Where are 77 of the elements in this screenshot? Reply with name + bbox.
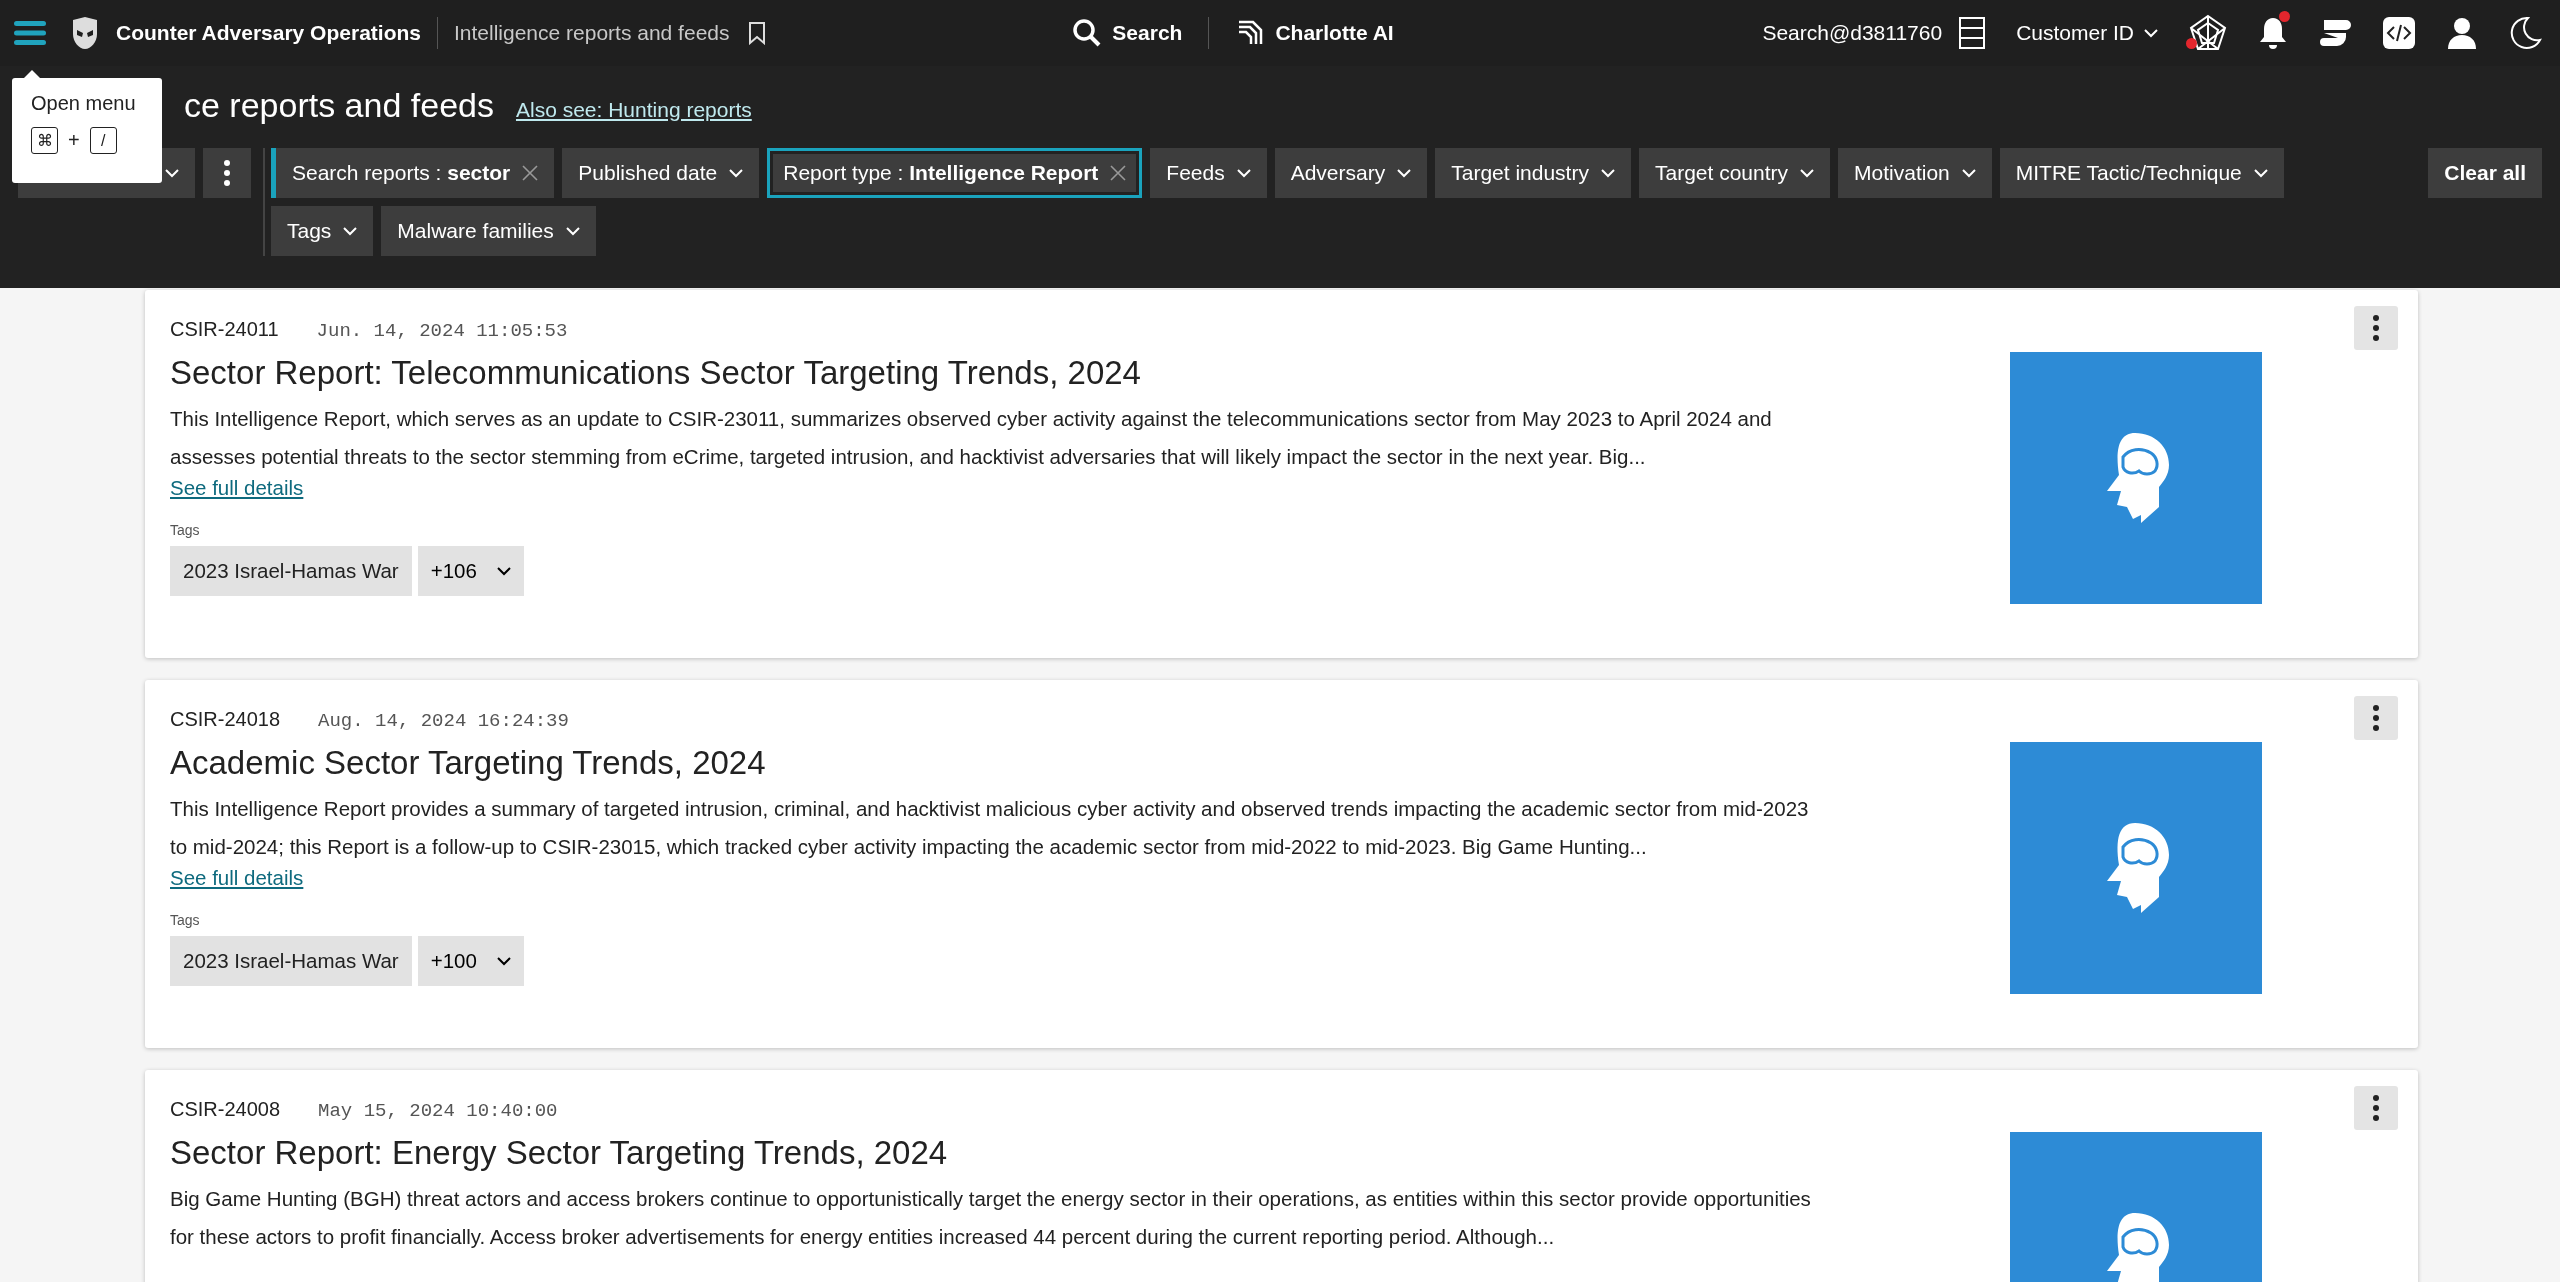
filter-chip[interactable]: Search reports : sector [271,148,555,198]
customer-dropdown[interactable]: Customer ID [2016,21,2158,45]
kebab-icon [2373,1095,2379,1121]
chevron-down-icon [2144,28,2158,38]
see-details-link[interactable]: See full details [170,866,304,890]
report-date: Jun. 14, 2024 11:05:53 [316,320,568,342]
user-account: Search@d3811760 [1762,21,1943,45]
moon-icon[interactable] [2508,16,2542,50]
skull-icon [70,16,100,50]
filter-dropdown[interactable]: Published date [562,148,760,198]
see-details-link[interactable]: See full details [170,476,304,500]
tooltip-title: Open menu [31,92,137,115]
tag: 2023 Israel-Hamas War [170,546,412,596]
report-summary: Big Game Hunting (BGH) threat actors and access brokers continue to opportunistically target the energy sector in their operations, as entities within this sector provide opportunities for these actors to profit financially. Access broker advertisements for energy entities increased 44 percent during the current reporting period. Although... [170,1186,1812,1250]
search-icon [1072,18,1103,48]
chevron-down-icon [729,168,744,178]
report-title: Sector Report: Telecommunications Sector Targeting Trends, 2024 [170,354,1142,392]
more-tags-dropdown[interactable]: +106 [417,546,524,596]
report-id: CSIR-24008 [170,1098,281,1121]
filter-dropdown[interactable]: Target country [1638,148,1831,198]
filter-dropdown[interactable]: Tags [271,206,374,256]
server-icon[interactable] [1958,16,1987,50]
app-name: Counter Adversary Operations [116,21,421,45]
report-id: CSIR-24018 [170,708,281,731]
more-options-button[interactable] [2354,306,2398,350]
key-separator: + [68,129,80,152]
page-title: ce reports and feeds [184,86,494,125]
chevron-down-icon [1600,168,1615,178]
kebab-icon [224,160,230,186]
keyboard-key: ⌘ [31,127,58,154]
more-options-button[interactable] [2354,1086,2398,1130]
more-options-button[interactable] [2354,696,2398,740]
filter-chip[interactable]: Report type : Intelligence Report [767,148,1143,198]
filter-dropdown[interactable]: Adversary [1274,148,1428,198]
report-date: May 15, 2024 10:40:00 [318,1100,558,1122]
menu-icon[interactable] [14,20,46,46]
more-options-button[interactable] [203,148,251,198]
kebab-icon [2373,705,2379,731]
chevron-down-icon [1961,168,1976,178]
tag: 2023 Israel-Hamas War [170,936,412,986]
chevron-down-icon [1397,168,1412,178]
report-summary: This Intelligence Report, which serves as an update to CSIR-23011, summarizes observed cyber activity against the telecommunications sector from May 2023 to April 2024 and assesses potential threats to the sector stemming from eCrime, targeted intrusion, and hacktivist adversaries that will likely impact the sector in the next year. Big... [170,406,1773,470]
report-summary: This Intelligence Report provides a summary of targeted intrusion, criminal, and hacktivist malicious cyber activity and observed trends impacting the academic sector from mid-2023 to mid-2024; this Report is a follow-up to CSIR-23015, which tracked cyber activity impacting the academic sector from mid-2022 to mid-2023. Big Game Hunting... [170,796,1810,860]
web-icon[interactable] [2188,13,2228,53]
report-id: CSIR-24011 [170,318,279,341]
filter-dropdown[interactable]: Feeds [1150,148,1267,198]
chevron-down-icon [496,566,511,576]
kebab-icon [2373,315,2379,341]
filter-dropdown[interactable]: Malware families [381,206,596,256]
chevron-down-icon [165,168,179,178]
filter-dropdown[interactable]: Motivation [1838,148,1992,198]
user-icon[interactable] [2446,16,2478,50]
assistant-button[interactable]: Charlotte AI [1235,18,1394,48]
bell-icon[interactable] [2258,15,2288,51]
close-icon[interactable] [522,165,539,181]
tags-label: Tags [170,522,201,538]
chevron-down-icon [2253,168,2268,178]
tags-label: Tags [170,912,201,928]
hunting-reports-link[interactable]: Also see: Hunting reports [515,98,752,122]
report-title: Sector Report: Energy Sector Targeting Trends, 2024 [170,1134,949,1172]
chevron-down-icon [1236,168,1251,178]
chevron-down-icon [1800,168,1815,178]
more-tags-dropdown[interactable]: +100 [417,936,524,986]
report-date: Aug. 14, 2024 16:24:39 [318,710,569,732]
filter-dropdown[interactable]: MITRE Tactic/Technique [1999,148,2284,198]
bookmark-icon[interactable] [747,21,766,45]
chevron-down-icon [565,226,580,236]
report-title: Academic Sector Targeting Trends, 2024 [170,744,767,782]
chevron-down-icon [343,226,358,236]
filter-dropdown[interactable]: Target industry [1435,148,1631,198]
chevron-down-icon [496,956,511,966]
code-icon[interactable] [2382,16,2416,50]
close-icon[interactable] [1110,165,1127,181]
keyboard-key: / [89,127,117,154]
breadcrumb: Intelligence reports and feeds [454,21,730,45]
clear-all-button[interactable]: Clear all [2428,148,2542,198]
search-button[interactable]: Search [1072,18,1183,48]
